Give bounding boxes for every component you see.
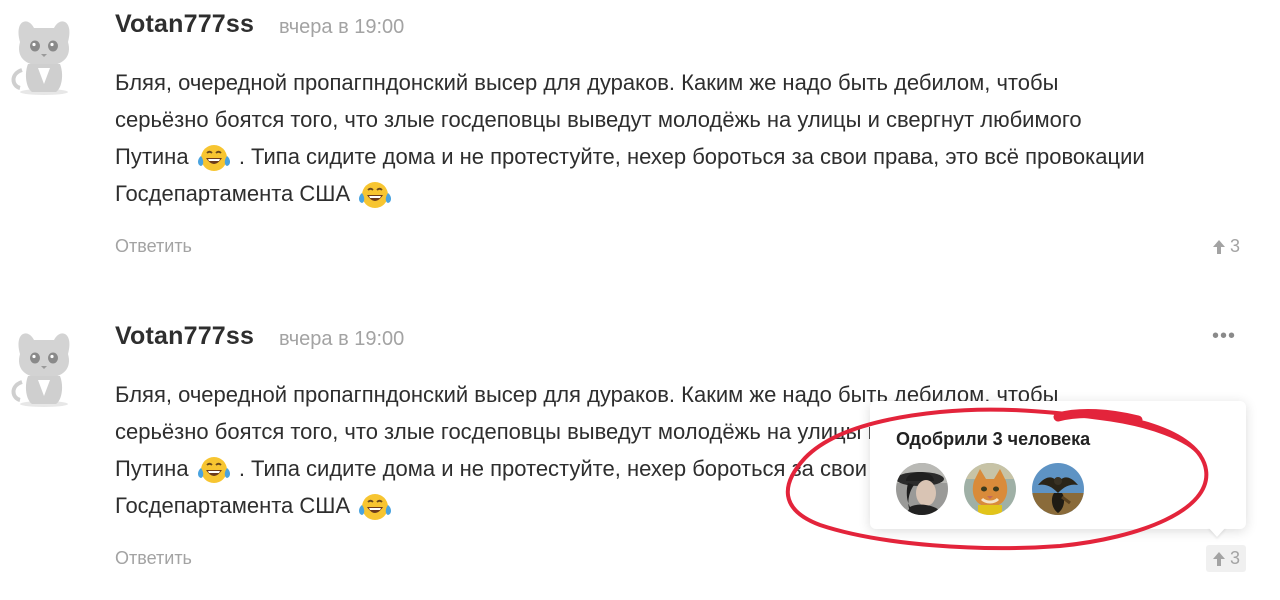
- reply-button[interactable]: Ответить: [115, 236, 192, 257]
- user-avatar-cat-placeholder[interactable]: [8, 324, 80, 408]
- comment-author[interactable]: Votan777ss: [115, 10, 254, 39]
- likers-popup: Одобрили 3 человека: [870, 401, 1246, 529]
- tears-of-joy-emoji-icon: [358, 180, 392, 210]
- comment-line: серьёзно боятся того, что злые госдеповц…: [115, 107, 1082, 132]
- comment-body: Бляя, очередной пропагпндонский высер дл…: [115, 64, 1225, 212]
- comment-line: Госдепартамента США: [115, 175, 1225, 212]
- arrow-up-icon: [1212, 551, 1225, 566]
- rating-count: 3: [1229, 236, 1240, 256]
- user-avatar-eagle[interactable]: [1032, 463, 1084, 515]
- rating-button[interactable]: 3: [1212, 236, 1240, 257]
- rating-button[interactable]: 3: [1205, 545, 1246, 572]
- user-avatar-woman-hat[interactable]: [896, 463, 948, 515]
- user-avatar-cat[interactable]: [964, 463, 1016, 515]
- comment-timestamp[interactable]: вчера в 19:00: [279, 328, 404, 351]
- comment-text: Путина: [115, 456, 189, 481]
- comment-author[interactable]: Votan777ss: [115, 322, 254, 351]
- comment-text: Госдепартамента США: [115, 493, 351, 518]
- rating-count: 3: [1229, 548, 1240, 568]
- comment-timestamp[interactable]: вчера в 19:00: [279, 16, 404, 39]
- comment-text: Госдепартамента США: [115, 181, 351, 206]
- comment-line: Бляя, очередной пропагпндонский высер дл…: [115, 70, 1059, 95]
- comment-text: . Типа сидите дома и не протестуйте, нех…: [238, 144, 1145, 169]
- likers-title: Одобрили 3 человека: [896, 429, 1091, 449]
- reply-button[interactable]: Ответить: [115, 548, 192, 569]
- comments-page: Votan777ss вчера в 19:00 Бляя, очередной…: [0, 0, 1280, 600]
- tears-of-joy-emoji-icon: [197, 455, 231, 485]
- popup-pointer: [1208, 527, 1226, 537]
- comment-line: Путина . Типа сидите дома и не протестуй…: [115, 138, 1225, 175]
- more-dots-icon[interactable]: •••: [1212, 326, 1236, 346]
- comment-text: Путина: [115, 144, 189, 169]
- arrow-up-icon: [1212, 239, 1225, 254]
- likers-avatars: [896, 463, 1084, 515]
- tears-of-joy-emoji-icon: [197, 143, 231, 173]
- user-avatar-cat-placeholder[interactable]: [8, 12, 80, 96]
- tears-of-joy-emoji-icon: [358, 492, 392, 522]
